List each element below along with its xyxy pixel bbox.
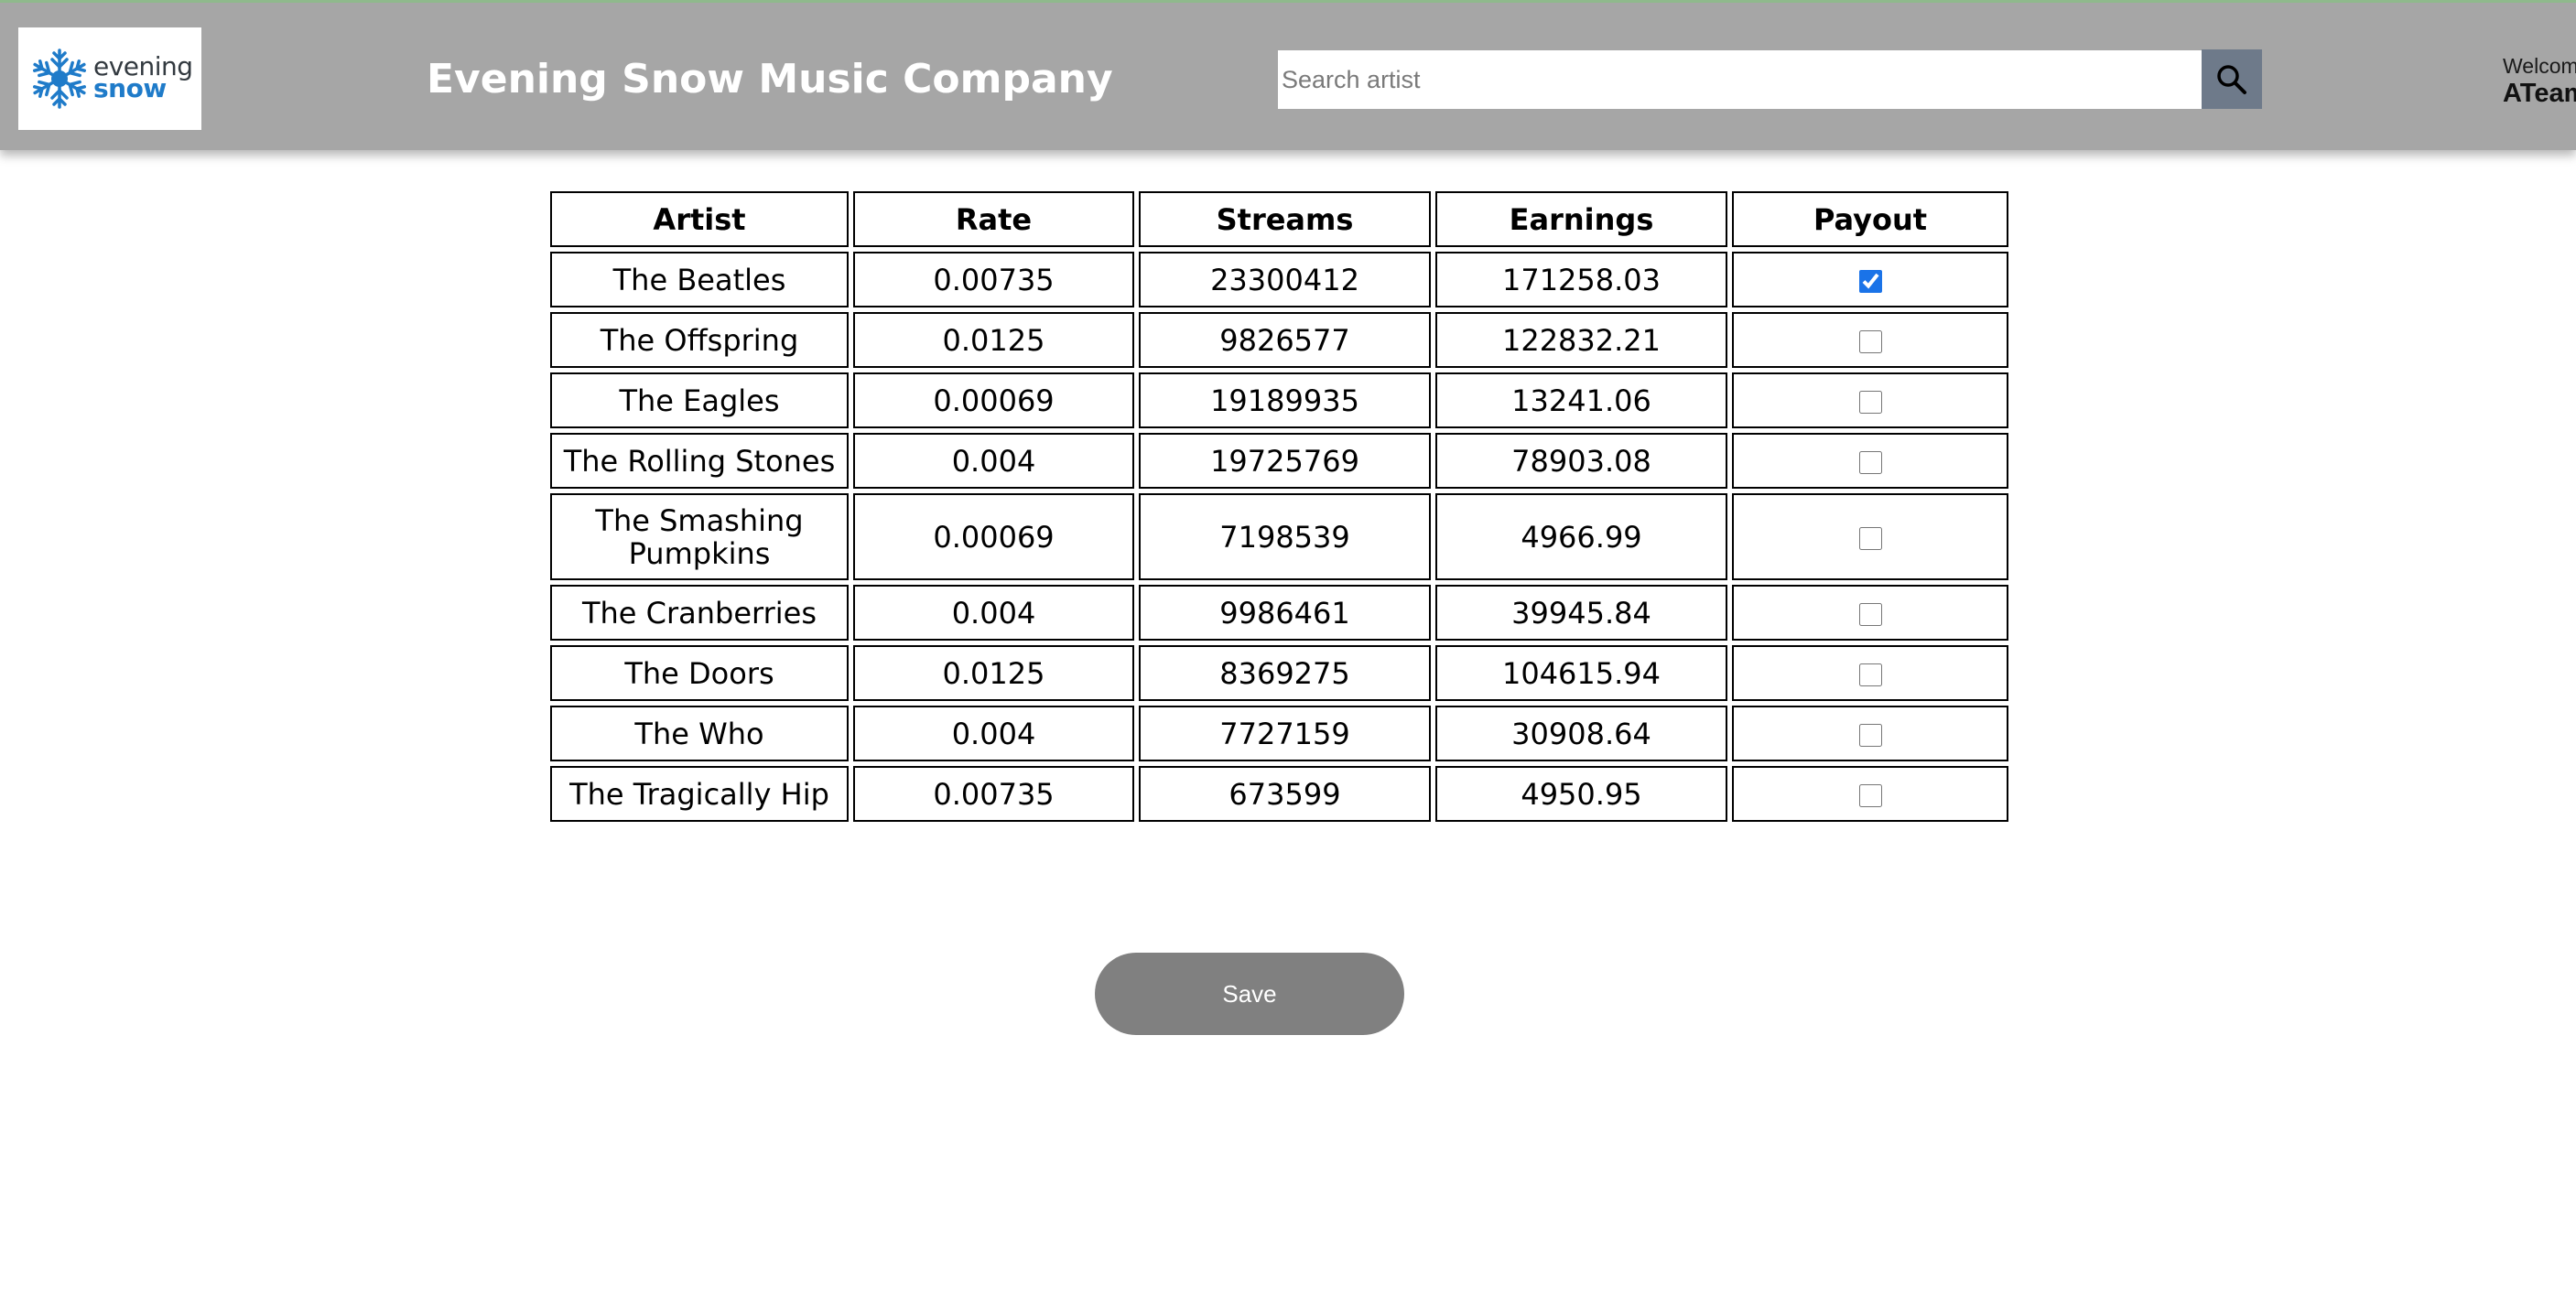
artist-cell: The Tragically Hip <box>550 766 849 822</box>
streams-cell: 9986461 <box>1139 585 1431 641</box>
payout-cell <box>1732 252 2008 307</box>
artist-table: Artist Rate Streams Earnings Payout The … <box>546 187 2013 826</box>
payout-cell <box>1732 766 2008 822</box>
earnings-cell: 13241.06 <box>1435 372 1727 428</box>
artist-cell: The Eagles <box>550 372 849 428</box>
table-row: The Eagles 0.00069 19189935 13241.06 <box>550 372 2008 428</box>
payout-checkbox[interactable] <box>1858 527 1882 550</box>
artist-cell: The Rolling Stones <box>550 433 849 489</box>
payout-checkbox[interactable] <box>1858 451 1882 474</box>
earnings-cell: 4966.99 <box>1435 493 1727 580</box>
earnings-cell: 104615.94 <box>1435 645 1727 701</box>
payout-cell <box>1732 645 2008 701</box>
payout-cell <box>1732 433 2008 489</box>
save-button[interactable]: Save <box>1095 953 1404 1035</box>
rate-cell: 0.00069 <box>853 493 1134 580</box>
table-row: The Rolling Stones 0.004 19725769 78903.… <box>550 433 2008 489</box>
header-bar: evening snow Evening Snow Music Company … <box>0 0 2576 150</box>
rate-cell: 0.0125 <box>853 312 1134 368</box>
streams-cell: 9826577 <box>1139 312 1431 368</box>
column-header-streams[interactable]: Streams <box>1139 191 1431 247</box>
welcome-text: Welcome <box>2503 54 2576 78</box>
table-row: The Doors 0.0125 8369275 104615.94 <box>550 645 2008 701</box>
streams-cell: 23300412 <box>1139 252 1431 307</box>
payout-checkbox[interactable] <box>1858 330 1882 353</box>
earnings-cell: 4950.95 <box>1435 766 1727 822</box>
earnings-cell: 39945.84 <box>1435 585 1727 641</box>
artist-cell: The Beatles <box>550 252 849 307</box>
table-row: The Offspring 0.0125 9826577 122832.21 <box>550 312 2008 368</box>
payout-checkbox[interactable] <box>1858 270 1882 293</box>
snowflake-icon <box>29 49 90 109</box>
table-header-row: Artist Rate Streams Earnings Payout <box>550 191 2008 247</box>
streams-cell: 8369275 <box>1139 645 1431 701</box>
artist-cell: The Cranberries <box>550 585 849 641</box>
artist-cell: The Smashing Pumpkins <box>550 493 849 580</box>
column-header-artist[interactable]: Artist <box>550 191 849 247</box>
earnings-cell: 171258.03 <box>1435 252 1727 307</box>
rate-cell: 0.00069 <box>853 372 1134 428</box>
rate-cell: 0.004 <box>853 585 1134 641</box>
search-icon <box>2217 65 2246 94</box>
page-title: Evening Snow Music Company <box>427 56 1113 102</box>
table-row: The Tragically Hip 0.00735 673599 4950.9… <box>550 766 2008 822</box>
streams-cell: 19725769 <box>1139 433 1431 489</box>
logo-word-snow: snow <box>93 73 167 103</box>
table-row: The Smashing Pumpkins 0.00069 7198539 49… <box>550 493 2008 580</box>
earnings-cell: 122832.21 <box>1435 312 1727 368</box>
streams-cell: 7198539 <box>1139 493 1431 580</box>
payout-checkbox[interactable] <box>1858 784 1882 807</box>
earnings-cell: 30908.64 <box>1435 706 1727 761</box>
rate-cell: 0.00735 <box>853 766 1134 822</box>
rate-cell: 0.00735 <box>853 252 1134 307</box>
streams-cell: 673599 <box>1139 766 1431 822</box>
streams-cell: 19189935 <box>1139 372 1431 428</box>
payout-cell <box>1732 585 2008 641</box>
rate-cell: 0.0125 <box>853 645 1134 701</box>
table-row: The Beatles 0.00735 23300412 171258.03 <box>550 252 2008 307</box>
payout-cell <box>1732 493 2008 580</box>
search-input[interactable] <box>1278 50 2203 109</box>
column-header-payout[interactable]: Payout <box>1732 191 2008 247</box>
streams-cell: 7727159 <box>1139 706 1431 761</box>
column-header-rate[interactable]: Rate <box>853 191 1134 247</box>
payout-checkbox[interactable] <box>1858 603 1882 626</box>
earnings-cell: 78903.08 <box>1435 433 1727 489</box>
payout-checkbox[interactable] <box>1858 663 1882 686</box>
table-row: The Cranberries 0.004 9986461 39945.84 <box>550 585 2008 641</box>
column-header-earnings[interactable]: Earnings <box>1435 191 1727 247</box>
rate-cell: 0.004 <box>853 706 1134 761</box>
payout-cell <box>1732 372 2008 428</box>
search-button[interactable] <box>2202 49 2262 109</box>
artist-cell: The Offspring <box>550 312 849 368</box>
payout-cell <box>1732 706 2008 761</box>
user-name[interactable]: ATeam <box>2503 78 2576 109</box>
payout-checkbox[interactable] <box>1858 724 1882 747</box>
rate-cell: 0.004 <box>853 433 1134 489</box>
payout-checkbox[interactable] <box>1858 391 1882 414</box>
artist-cell: The Doors <box>550 645 849 701</box>
company-logo[interactable]: evening snow <box>18 27 201 130</box>
artist-cell: The Who <box>550 706 849 761</box>
payout-cell <box>1732 312 2008 368</box>
table-row: The Who 0.004 7727159 30908.64 <box>550 706 2008 761</box>
